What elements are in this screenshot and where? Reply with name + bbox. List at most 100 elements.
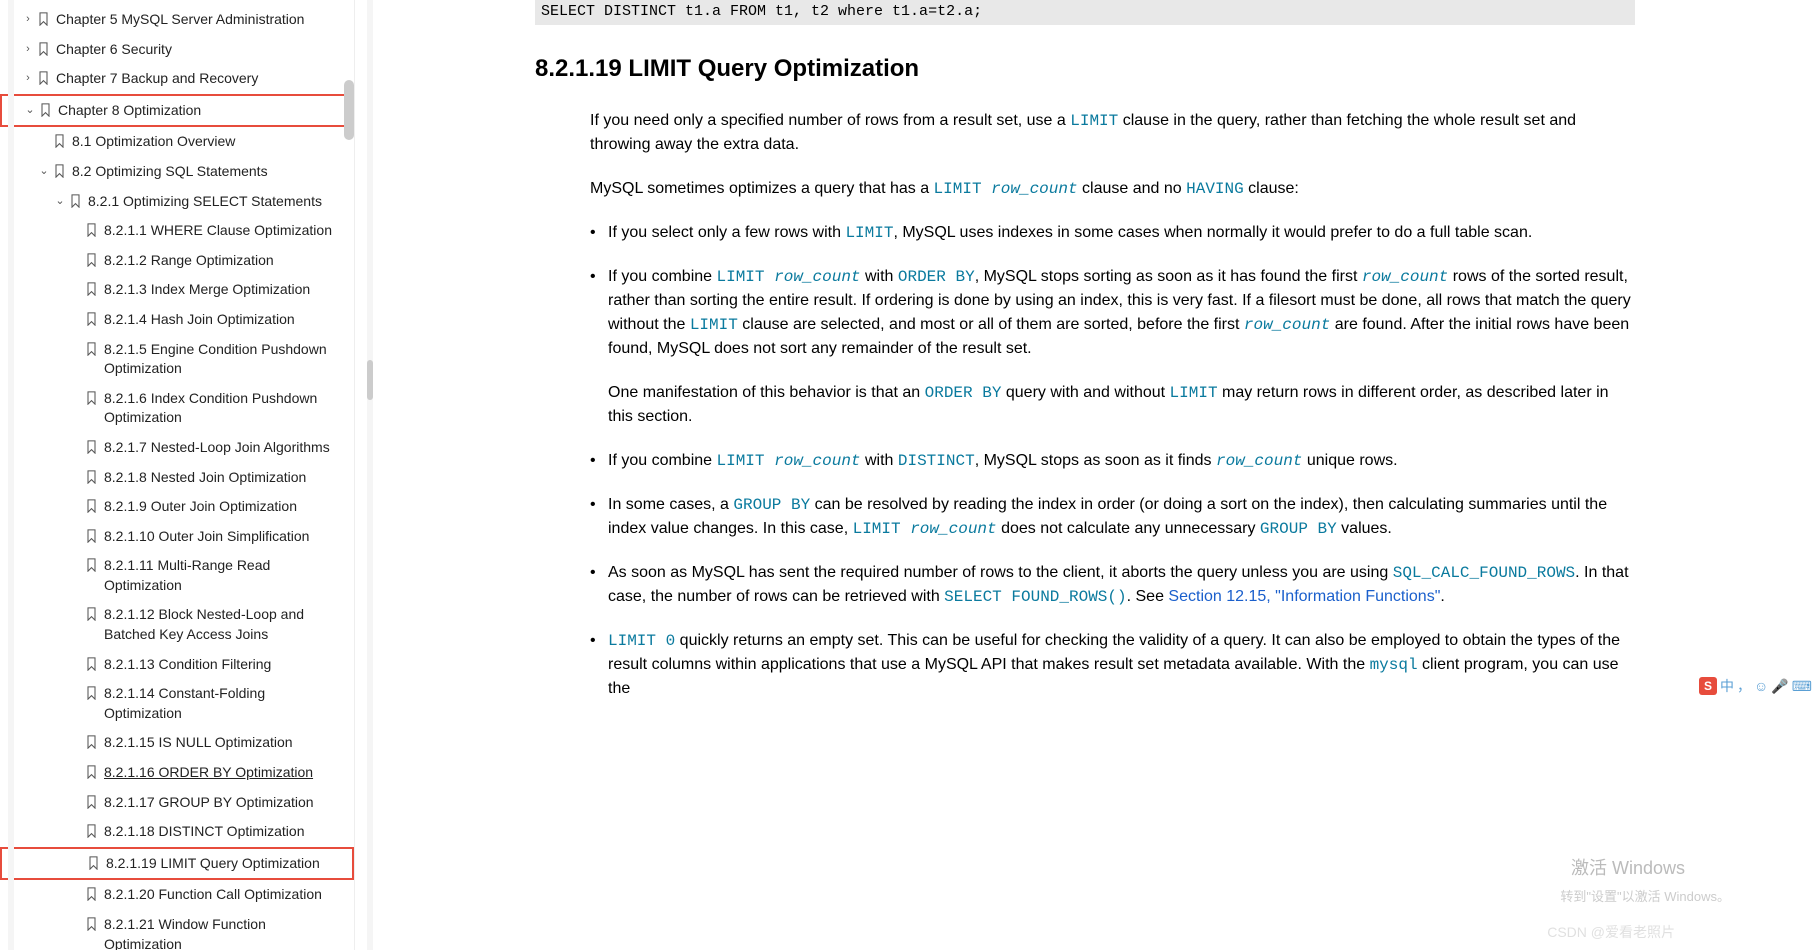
ime-punct-icon[interactable]: ， bbox=[1737, 676, 1751, 696]
chevron-right-icon[interactable]: › bbox=[20, 12, 36, 27]
toc-item[interactable]: 8.2.1.1 WHERE Clause Optimization bbox=[0, 216, 354, 246]
list-item: As soon as MySQL has sent the required n… bbox=[590, 561, 1635, 609]
bookmark-icon bbox=[36, 70, 50, 86]
toc-item[interactable]: 8.2.1.12 Block Nested-Loop and Batched K… bbox=[0, 600, 354, 649]
content-scrollbar[interactable] bbox=[367, 360, 373, 400]
toc-item[interactable]: 8.2.1.15 IS NULL Optimization bbox=[0, 728, 354, 758]
list-item: If you combine LIMIT row_count with DIST… bbox=[590, 449, 1635, 473]
bookmark-icon bbox=[84, 222, 98, 238]
bookmark-icon bbox=[84, 252, 98, 268]
toc-item[interactable]: 8.2.1.13 Condition Filtering bbox=[0, 650, 354, 680]
toc-item[interactable]: 8.2.1.3 Index Merge Optimization bbox=[0, 275, 354, 305]
code-limit: LIMIT bbox=[1070, 112, 1118, 130]
toc-item-label: 8.2.1.15 IS NULL Optimization bbox=[104, 733, 346, 753]
intro-paragraph-1: If you need only a specified number of r… bbox=[590, 109, 1635, 157]
toc-item[interactable]: 8.2.1.5 Engine Condition Pushdown Optimi… bbox=[0, 335, 354, 384]
bookmark-icon bbox=[84, 916, 98, 932]
bookmark-icon bbox=[84, 764, 98, 780]
bookmark-icon bbox=[84, 469, 98, 485]
toc-item-label: 8.2.1.3 Index Merge Optimization bbox=[104, 280, 346, 300]
toc-item-label: 8.2.1.17 GROUP BY Optimization bbox=[104, 793, 346, 813]
toc-item[interactable]: › Chapter 7 Backup and Recovery bbox=[0, 64, 354, 94]
toc-item-label: 8.2.1.20 Function Call Optimization bbox=[104, 885, 346, 905]
bookmark-icon bbox=[84, 656, 98, 672]
intro-paragraph-2: MySQL sometimes optimizes a query that h… bbox=[590, 177, 1635, 201]
bookmark-icon bbox=[84, 498, 98, 514]
bookmark-icon bbox=[84, 557, 98, 573]
content-pane[interactable]: SELECT DISTINCT t1.a FROM t1, t2 where t… bbox=[355, 0, 1815, 950]
toc-item[interactable]: 8.2.1.20 Function Call Optimization bbox=[0, 880, 354, 910]
bookmark-icon bbox=[68, 193, 82, 209]
toc-item-label: Chapter 6 Security bbox=[56, 40, 346, 60]
toc-item-label: 8.2.1.4 Hash Join Optimization bbox=[104, 310, 346, 330]
chevron-down-icon[interactable]: ⌄ bbox=[36, 164, 52, 179]
toc-item-label: 8.2.1.7 Nested-Loop Join Algorithms bbox=[104, 438, 346, 458]
toc-item[interactable]: ⌄Chapter 8 Optimization bbox=[0, 94, 354, 128]
sql-code-block: SELECT DISTINCT t1.a FROM t1, t2 where t… bbox=[535, 0, 1635, 25]
toc-item-label: 8.2.1.5 Engine Condition Pushdown Optimi… bbox=[104, 340, 346, 379]
bookmark-icon bbox=[84, 886, 98, 902]
ime-mic-icon[interactable]: 🎤 bbox=[1771, 678, 1788, 695]
ime-keyboard-icon[interactable]: ⌨ bbox=[1792, 678, 1812, 695]
sidebar-scrollbar[interactable] bbox=[344, 80, 354, 140]
toc-item[interactable]: 8.1 Optimization Overview bbox=[0, 127, 354, 157]
toc-item[interactable]: 8.2.1.4 Hash Join Optimization bbox=[0, 305, 354, 335]
watermark-activate: 激活 Windows bbox=[1571, 854, 1685, 880]
info-functions-link[interactable]: Section 12.15, "Information Functions" bbox=[1168, 588, 1440, 605]
toc-item[interactable]: 8.2.1.7 Nested-Loop Join Algorithms bbox=[0, 433, 354, 463]
content-scroll-track bbox=[367, 0, 373, 950]
bookmark-icon bbox=[36, 41, 50, 57]
ime-lang-icon[interactable]: 中 bbox=[1720, 676, 1734, 696]
toc-item[interactable]: 8.2.1.17 GROUP BY Optimization bbox=[0, 788, 354, 818]
toc-item[interactable]: 8.2.1.16 ORDER BY Optimization bbox=[0, 758, 354, 788]
list-item: If you select only a few rows with LIMIT… bbox=[590, 221, 1635, 245]
toc-item[interactable]: 8.2.1.10 Outer Join Simplification bbox=[0, 522, 354, 552]
toc-item-label: 8.2.1.2 Range Optimization bbox=[104, 251, 346, 271]
toc-item[interactable]: 8.2.1.19 LIMIT Query Optimization bbox=[0, 847, 354, 881]
ime-toolbar[interactable]: S 中 ， ☺ 🎤 ⌨ bbox=[1699, 676, 1812, 696]
bookmark-icon bbox=[36, 11, 50, 27]
toc-sidebar[interactable]: › Chapter 5 MySQL Server Administration › C… bbox=[0, 0, 355, 950]
bookmark-icon bbox=[86, 855, 100, 871]
toc-item-label: 8.2.1 Optimizing SELECT Statements bbox=[88, 192, 346, 212]
toc-item[interactable]: 8.2.1.9 Outer Join Optimization bbox=[0, 492, 354, 522]
toc-item[interactable]: › Chapter 6 Security bbox=[0, 35, 354, 65]
toc-item[interactable]: 8.2.1.18 DISTINCT Optimization bbox=[0, 817, 354, 847]
toc-item-label: 8.2.1.12 Block Nested-Loop and Batched K… bbox=[104, 605, 346, 644]
toc-item[interactable]: 8.2.1.8 Nested Join Optimization bbox=[0, 463, 354, 493]
chevron-right-icon[interactable]: › bbox=[20, 42, 36, 57]
toc-item[interactable]: ⌄ 8.2 Optimizing SQL Statements bbox=[0, 157, 354, 187]
chevron-down-icon[interactable]: ⌄ bbox=[52, 194, 68, 209]
bookmark-icon bbox=[84, 311, 98, 327]
toc-item-label: 8.2.1.21 Window Function Optimization bbox=[104, 915, 346, 950]
chevron-right-icon[interactable]: › bbox=[20, 71, 36, 86]
watermark-settings: 转到"设置"以激活 Windows。 bbox=[1560, 886, 1730, 905]
toc-item[interactable]: 8.2.1.14 Constant-Folding Optimization bbox=[0, 679, 354, 728]
ime-logo-icon: S bbox=[1699, 677, 1717, 695]
toc-item[interactable]: 8.2.1.11 Multi-Range Read Optimization bbox=[0, 551, 354, 600]
list-item: If you combine LIMIT row_count with ORDE… bbox=[590, 265, 1635, 429]
bookmark-icon bbox=[84, 390, 98, 406]
toc-item-label: Chapter 7 Backup and Recovery bbox=[56, 69, 346, 89]
toc-item-label: 8.2.1.10 Outer Join Simplification bbox=[104, 527, 346, 547]
bookmark-icon bbox=[84, 685, 98, 701]
bookmark-icon bbox=[84, 341, 98, 357]
toc-item-label: Chapter 5 MySQL Server Administration bbox=[56, 10, 346, 30]
toc-item-label: 8.2.1.9 Outer Join Optimization bbox=[104, 497, 346, 517]
toc-item[interactable]: 8.2.1.21 Window Function Optimization bbox=[0, 910, 354, 950]
sub-paragraph: One manifestation of this behavior is th… bbox=[608, 381, 1635, 429]
toc-item-label: 8.2.1.6 Index Condition Pushdown Optimiz… bbox=[104, 389, 346, 428]
sidebar-left-gutter bbox=[8, 0, 14, 950]
chevron-down-icon[interactable]: ⌄ bbox=[22, 103, 38, 118]
bullet-list: If you select only a few rows with LIMIT… bbox=[590, 221, 1635, 701]
ime-emoji-icon[interactable]: ☺ bbox=[1754, 678, 1768, 694]
toc-item[interactable]: › Chapter 5 MySQL Server Administration bbox=[0, 5, 354, 35]
toc-item[interactable]: 8.2.1.2 Range Optimization bbox=[0, 246, 354, 276]
toc-item[interactable]: ⌄ 8.2.1 Optimizing SELECT Statements bbox=[0, 187, 354, 217]
bookmark-icon bbox=[38, 102, 52, 118]
toc-item[interactable]: 8.2.1.6 Index Condition Pushdown Optimiz… bbox=[0, 384, 354, 433]
bookmark-icon bbox=[84, 528, 98, 544]
bookmark-icon bbox=[84, 439, 98, 455]
toc-item-label: 8.2 Optimizing SQL Statements bbox=[72, 162, 346, 182]
toc-item-label: 8.2.1.18 DISTINCT Optimization bbox=[104, 822, 346, 842]
